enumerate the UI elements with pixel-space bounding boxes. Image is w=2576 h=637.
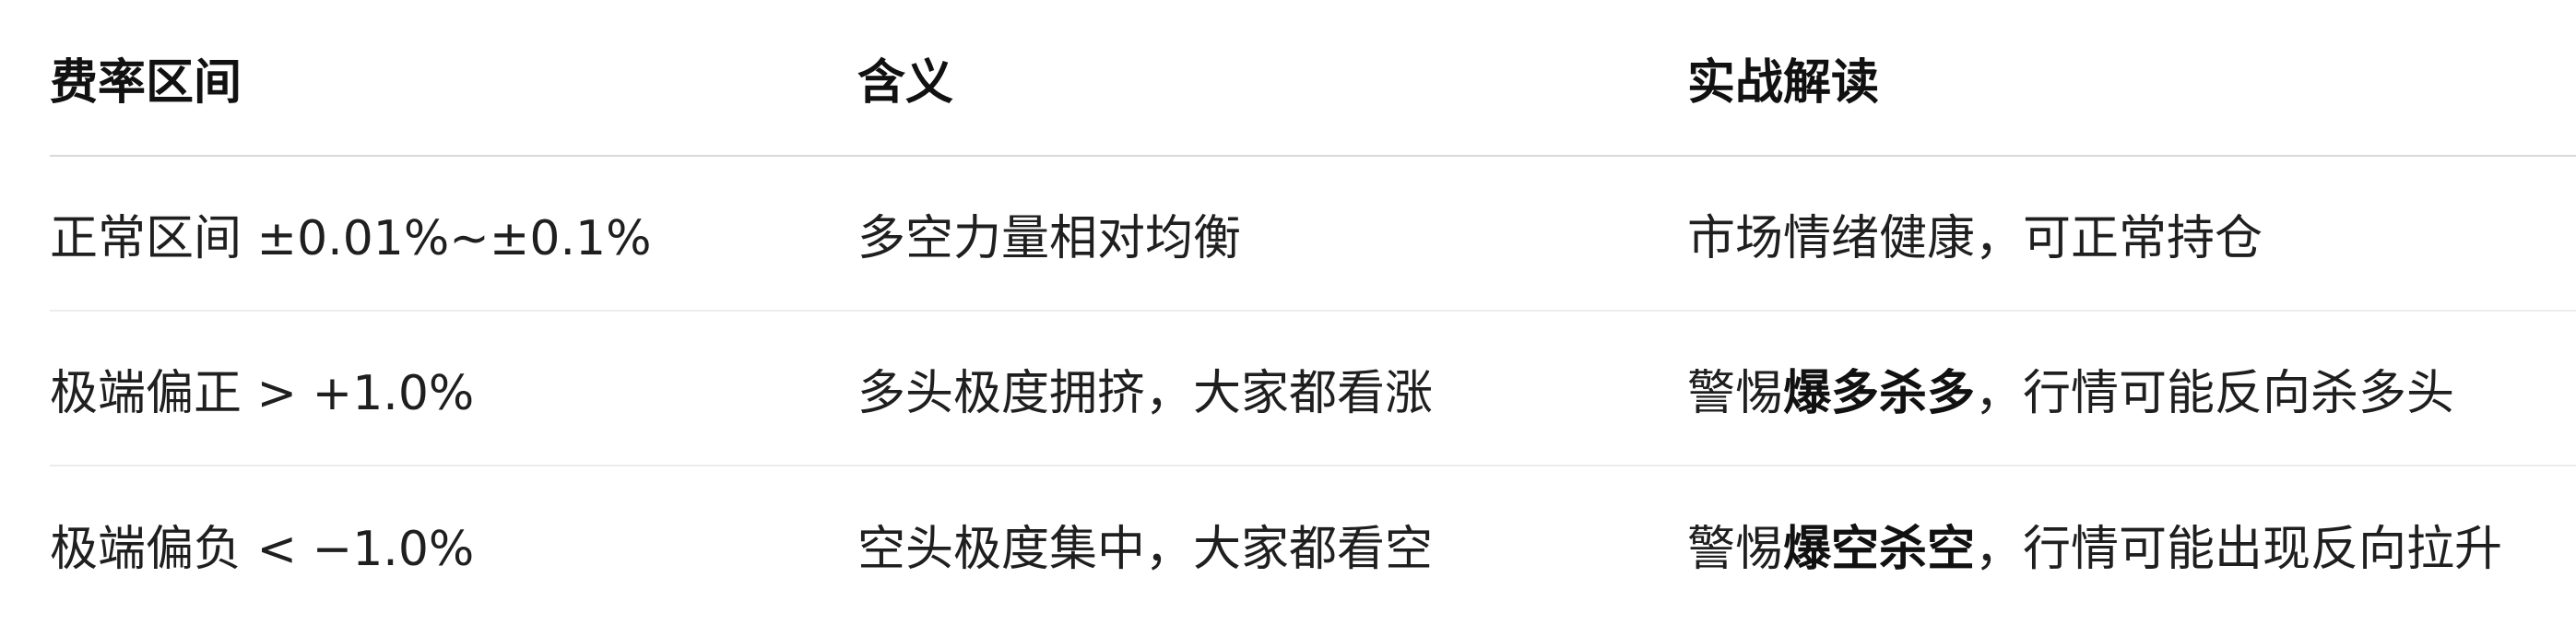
interpretation-suffix: ，行情可能反向杀多头 — [1975, 365, 2455, 421]
meaning-cell: 空头极度集中，大家都看空 — [857, 521, 1434, 577]
interpretation-cell: 市场情绪健康，可正常持仓 — [1687, 157, 2263, 310]
interpretation-cell: 警惕 爆多杀多 ，行情可能反向杀多头 — [1687, 312, 2454, 465]
table-row: 极端偏正 > +1.0% 多头极度拥挤，大家都看涨 警惕 爆多杀多 ，行情可能反… — [50, 312, 2576, 466]
header-rate-range: 费率区间 — [50, 54, 242, 111]
table-row: 正常区间 ±0.01%~±0.1% 多空力量相对均衡 市场情绪健康，可正常持仓 — [50, 157, 2576, 312]
rate-range-cell: 正常区间 ±0.01%~±0.1% — [50, 210, 652, 266]
meaning-cell: 多空力量相对均衡 — [857, 210, 1242, 266]
table-row: 极端偏负 < −1.0% 空头极度集中，大家都看空 警惕 爆空杀空 ，行情可能出… — [50, 466, 2576, 621]
interpretation-cell: 警惕 爆空杀空 ，行情可能出现反向拉升 — [1687, 466, 2502, 621]
header-interpretation: 实战解读 — [1687, 54, 1880, 111]
header-meaning: 含义 — [857, 54, 954, 111]
interpretation-prefix: 警惕 — [1687, 365, 1784, 421]
rate-range-cell: 极端偏负 < −1.0% — [50, 521, 475, 577]
interpretation-suffix: ，行情可能出现反向拉升 — [1975, 521, 2503, 577]
funding-rate-table: 费率区间 含义 实战解读 正常区间 ±0.01%~±0.1% 多空力量相对均衡 … — [50, 0, 2576, 621]
interpretation-emphasis: 爆空杀空 — [1783, 521, 1976, 577]
table-header-row: 费率区间 含义 实战解读 — [50, 0, 2576, 157]
interpretation-prefix: 市场情绪健康，可正常持仓 — [1687, 210, 2263, 266]
rate-range-cell: 极端偏正 > +1.0% — [50, 365, 475, 421]
interpretation-emphasis: 爆多杀多 — [1783, 365, 1976, 421]
interpretation-prefix: 警惕 — [1687, 521, 1784, 577]
meaning-cell: 多头极度拥挤，大家都看涨 — [857, 365, 1434, 421]
